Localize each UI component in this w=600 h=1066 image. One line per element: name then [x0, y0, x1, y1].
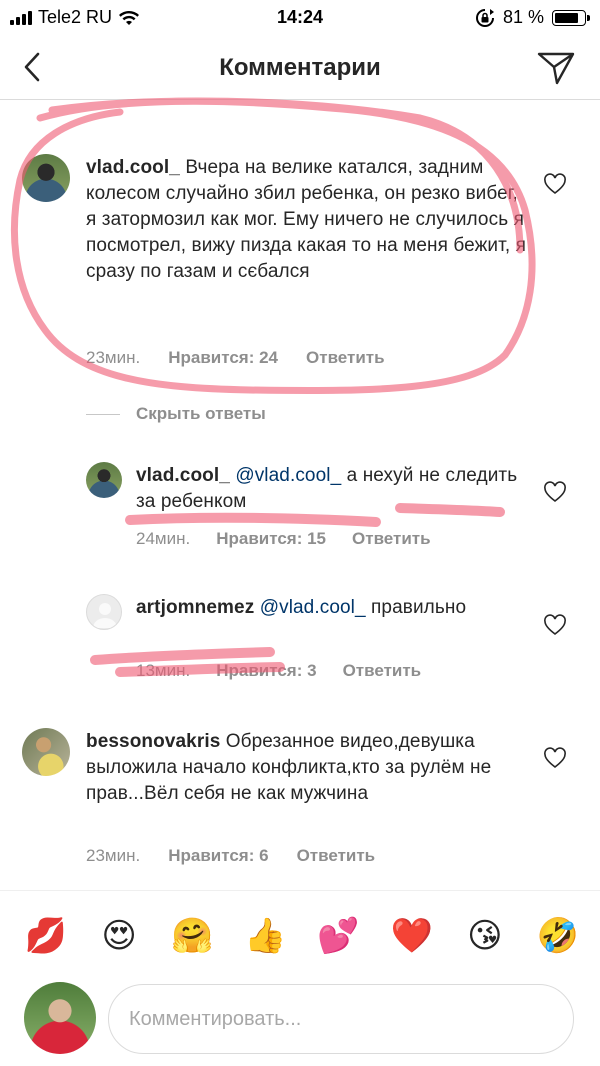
comment-time: 23мин.	[86, 348, 141, 367]
rotation-lock-icon	[476, 8, 494, 27]
hugging-face-emoji[interactable]: 🤗	[168, 912, 216, 960]
emoji-quick-bar: 💋 😍 🤗 👍 💕 ❤️ 😘 🤣	[22, 912, 582, 960]
hide-replies-button[interactable]: Скрыть ответы	[86, 404, 266, 424]
rofl-emoji[interactable]: 🤣	[534, 912, 582, 960]
comment-username[interactable]: vlad.cool_	[86, 157, 180, 178]
nav-bar: Комментарии	[0, 36, 600, 100]
comment-meta: 13мин. Нравится: 3 Ответить	[136, 661, 421, 681]
avatar[interactable]	[22, 728, 70, 776]
heart-icon[interactable]	[543, 173, 567, 195]
heart-icon[interactable]	[543, 614, 567, 636]
comment-time: 23мин.	[86, 846, 141, 865]
paper-plane-icon[interactable]	[536, 50, 576, 86]
status-right: 81 %	[475, 7, 590, 28]
likes-count[interactable]: Нравится: 15	[216, 529, 326, 549]
likes-count[interactable]: Нравится: 3	[216, 661, 316, 681]
marker-underline	[125, 512, 381, 527]
comment-text: vlad.cool_ Вчера на велике катался, задн…	[86, 155, 526, 285]
heart-icon[interactable]	[543, 481, 567, 503]
heart-eyes-emoji[interactable]: 😍	[95, 912, 143, 960]
divider-line	[86, 413, 120, 415]
kiss-mark-emoji[interactable]: 💋	[22, 912, 70, 960]
status-bar: Tele2 RU 14:24 81 %	[0, 0, 600, 36]
avatar[interactable]	[22, 154, 70, 202]
comment-input[interactable]	[108, 984, 574, 1054]
battery-percent: 81 %	[502, 7, 544, 27]
reply-button[interactable]: Ответить	[297, 846, 376, 866]
comment-meta: 23мин. Нравится: 6 Ответить	[86, 846, 375, 866]
comment-meta: 23мин. Нравится: 24 Ответить	[86, 348, 385, 368]
reply-button[interactable]: Ответить	[343, 661, 422, 681]
comment-username[interactable]: bessonovakris	[86, 731, 220, 752]
comment-time: 13мин.	[136, 661, 191, 680]
comment-mention[interactable]: @vlad.cool_	[235, 465, 341, 486]
my-avatar	[24, 982, 96, 1054]
hide-replies-label: Скрыть ответы	[136, 404, 266, 423]
comment-username[interactable]: artjomnemez	[136, 597, 254, 618]
likes-count[interactable]: Нравится: 6	[168, 846, 268, 866]
reply-button[interactable]: Ответить	[306, 348, 385, 368]
two-hearts-emoji[interactable]: 💕	[315, 912, 363, 960]
blowing-kiss-emoji[interactable]: 😘	[461, 912, 509, 960]
page-title: Комментарии	[219, 54, 381, 81]
comment-body: правильно	[371, 597, 467, 618]
red-heart-emoji[interactable]: ❤️	[388, 912, 436, 960]
comment-time: 24мин.	[136, 529, 191, 548]
default-avatar-icon[interactable]	[86, 594, 122, 630]
battery-icon	[552, 9, 590, 26]
comment-mention[interactable]: @vlad.cool_	[260, 597, 366, 618]
comment-meta: 24мин. Нравится: 15 Ответить	[136, 529, 431, 549]
comment-text: vlad.cool_ @vlad.cool_ а нехуй не следит…	[136, 463, 528, 515]
comment-text: artjomnemez @vlad.cool_ правильно	[136, 595, 528, 621]
likes-count[interactable]: Нравится: 24	[168, 348, 278, 368]
reply-button[interactable]: Ответить	[352, 529, 431, 549]
heart-icon[interactable]	[543, 747, 567, 769]
marker-underline	[90, 647, 275, 665]
thumbs-up-emoji[interactable]: 👍	[241, 912, 289, 960]
divider	[0, 890, 600, 891]
avatar[interactable]	[86, 462, 122, 498]
comment-username[interactable]: vlad.cool_	[136, 465, 230, 486]
comment-text: bessonovakris Обрезанное видео,девушка в…	[86, 729, 526, 807]
